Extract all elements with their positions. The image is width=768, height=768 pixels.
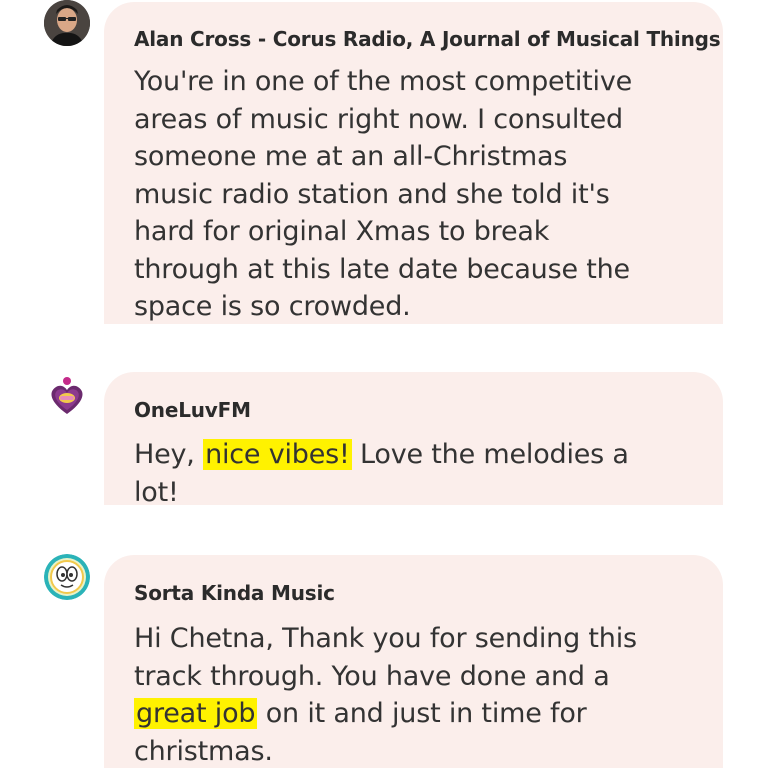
comment-fragment: Love the melodies a xyxy=(351,439,629,470)
oneluvfm-logo-icon xyxy=(44,374,90,420)
avatar[interactable] xyxy=(44,554,90,600)
comment-bubble: OneLuvFM Hey, nice vibes! Love the melod… xyxy=(104,372,723,505)
comment-fragment: Hey, xyxy=(134,439,204,470)
comment-line: music radio station and she told it's xyxy=(134,178,610,210)
comment-text: You're in one of the most competitive ar… xyxy=(134,63,713,324)
highlighted-phrase: nice vibes! xyxy=(203,439,352,470)
sorta-kinda-music-logo-icon xyxy=(44,554,90,600)
comment-line: space is so crowded. xyxy=(134,291,411,322)
comment-line: lot! xyxy=(134,476,179,506)
avatar[interactable] xyxy=(44,374,90,420)
person-photo-icon xyxy=(44,0,90,46)
comment-line: someone me at an all-Christmas xyxy=(134,141,568,172)
sender-name[interactable]: Sorta Kinda Music xyxy=(134,581,713,605)
comment-bubble: Sorta Kinda Music Hi Chetna, Thank you f… xyxy=(104,555,723,768)
comment-line: Hey, nice vibes! Love the melodies a xyxy=(134,436,713,474)
highlighted-phrase: great job xyxy=(134,698,258,729)
comment-line: great job on it and just in time for xyxy=(134,695,713,733)
comment-line: hard for original Xmas to break xyxy=(134,216,550,247)
comment-bubble: Alan Cross - Corus Radio, A Journal of M… xyxy=(104,2,723,324)
comment-text: Hey, nice vibes! Love the melodies a lot… xyxy=(134,436,713,505)
sender-name[interactable]: OneLuvFM xyxy=(134,398,713,422)
comment-line: areas of music right now. I consulted xyxy=(134,103,623,135)
comment-line: christmas. xyxy=(134,735,273,767)
comment-fragment: on it and just in time for xyxy=(257,698,587,729)
avatar[interactable] xyxy=(44,0,90,46)
comment-line: Hi Chetna, Thank you for sending this xyxy=(134,623,637,654)
sender-name[interactable]: Alan Cross - Corus Radio, A Journal of M… xyxy=(134,27,721,51)
comment-text: Hi Chetna, Thank you for sending this tr… xyxy=(134,620,713,768)
comment-line: track through. You have done and a xyxy=(134,660,610,692)
comment-line: through at this late date because the xyxy=(134,253,630,285)
comment-line: You're in one of the most competitive xyxy=(134,66,633,97)
comment-feed: Alan Cross - Corus Radio, A Journal of M… xyxy=(0,0,768,768)
